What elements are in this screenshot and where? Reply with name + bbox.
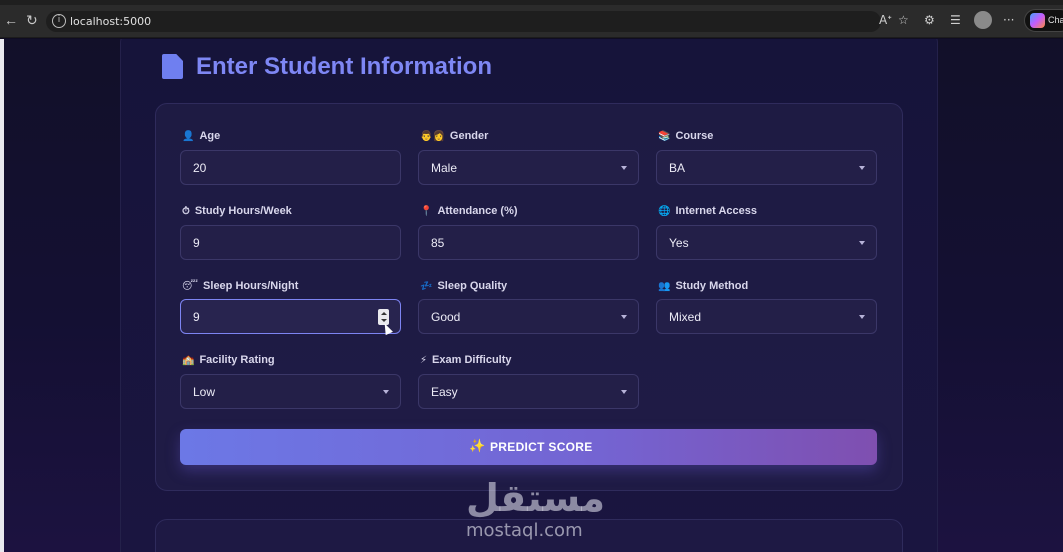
favorite-star-icon[interactable]: ☆ (898, 13, 909, 27)
chevron-down-icon (621, 315, 627, 319)
internet-access-value: Yes (669, 236, 689, 250)
people-icon: 👥 (658, 281, 671, 292)
study-method-value: Mixed (669, 310, 702, 324)
facility-rating-value: Low (193, 385, 216, 399)
pin-icon: 📍 (420, 206, 433, 217)
magic-wand-icon: ✨ (469, 439, 486, 454)
books-icon: 📚 (658, 131, 671, 142)
window-edge (0, 39, 4, 552)
exam-difficulty-value: Easy (431, 385, 458, 399)
attendance-value: 85 (431, 236, 445, 250)
back-icon[interactable]: ← (4, 12, 18, 28)
favorites-list-icon[interactable]: ☰ (950, 13, 961, 27)
tab-strip (0, 0, 1063, 5)
more-options-icon[interactable]: ··· (1003, 13, 1014, 27)
field-label-attendance: 📍 Attendance (%) (420, 205, 518, 217)
study-hours-value: 9 (193, 236, 200, 250)
predict-score-button[interactable]: ✨ PREDICT SCORE (180, 429, 877, 465)
sleep-face-icon: 😴 (182, 281, 199, 292)
field-label-exam-difficulty: ⚡ Exam Difficulty (420, 354, 512, 366)
field-label-gender: 👨👩 Gender (420, 130, 489, 142)
age-value: 20 (193, 161, 207, 175)
read-aloud-icon[interactable]: Aᐩ (879, 13, 892, 27)
field-label-internet-access: 🌐 Internet Access (658, 205, 757, 217)
person-icon: 👤 (182, 131, 195, 142)
field-label-study-method: 👥 Study Method (658, 280, 749, 292)
field-label-sleep-hours: 😴 Sleep Hours/Night (182, 280, 299, 292)
field-label-sleep-quality: 💤 Sleep Quality (420, 280, 508, 292)
document-icon (162, 54, 183, 79)
chevron-down-icon (859, 315, 865, 319)
page-viewport: Enter Student Information 👤 Age 20 👨👩 Gend… (0, 39, 1063, 552)
lightning-icon: ⚡ (420, 355, 428, 366)
chevron-down-icon (859, 241, 865, 245)
attendance-input[interactable]: 85 (418, 225, 639, 260)
profile-avatar[interactable] (974, 11, 992, 29)
page-title: Enter Student Information (196, 53, 492, 80)
study-hours-input[interactable]: 9 (180, 225, 401, 260)
field-label-study-hours: ⏱ Study Hours/Week (182, 205, 292, 217)
age-input[interactable]: 20 (180, 150, 401, 185)
course-select[interactable]: BA (656, 150, 877, 185)
watermark-latin: mostaql.com (466, 520, 583, 541)
predict-score-label: PREDICT SCORE (490, 440, 593, 454)
study-method-select[interactable]: Mixed (656, 299, 877, 334)
copilot-logo-icon (1030, 13, 1045, 28)
field-label-age: 👤 Age (182, 130, 221, 142)
sleep-hours-input[interactable]: 9 (180, 299, 401, 334)
sleep-quality-select[interactable]: Good (418, 299, 639, 334)
building-icon: 🏫 (182, 355, 195, 366)
browser-toolbar: ← ↻ i localhost:5000 Aᐩ ☆ ⚙ ☰ ··· Cha (0, 0, 1063, 38)
facility-rating-select[interactable]: Low (180, 374, 401, 409)
watermark-arabic: مستقل (466, 476, 605, 520)
refresh-icon[interactable]: ↻ (26, 12, 38, 28)
chevron-down-icon (621, 390, 627, 394)
site-info-icon[interactable]: i (52, 14, 66, 28)
url-text: localhost:5000 (70, 15, 152, 28)
chevron-down-icon (383, 390, 389, 394)
zzz-icon: 💤 (420, 281, 433, 292)
address-bar[interactable]: i localhost:5000 (46, 11, 881, 32)
stopwatch-icon: ⏱ (182, 206, 190, 217)
exam-difficulty-select[interactable]: Easy (418, 374, 639, 409)
copilot-label: Cha (1048, 15, 1063, 25)
field-label-facility-rating: 🏫 Facility Rating (182, 354, 275, 366)
field-label-course: 📚 Course (658, 130, 714, 142)
globe-icon: 🌐 (658, 206, 671, 217)
gender-value: Male (431, 161, 458, 175)
internet-access-select[interactable]: Yes (656, 225, 877, 260)
extensions-icon[interactable]: ⚙ (924, 13, 935, 27)
copilot-button[interactable]: Cha (1024, 9, 1063, 32)
course-value: BA (669, 161, 686, 175)
sleep-hours-value: 9 (193, 310, 200, 324)
gender-icon: 👨👩 (420, 131, 445, 142)
gender-select[interactable]: Male (418, 150, 639, 185)
chevron-down-icon (859, 166, 865, 170)
sleep-quality-value: Good (431, 310, 461, 324)
chevron-down-icon (621, 166, 627, 170)
